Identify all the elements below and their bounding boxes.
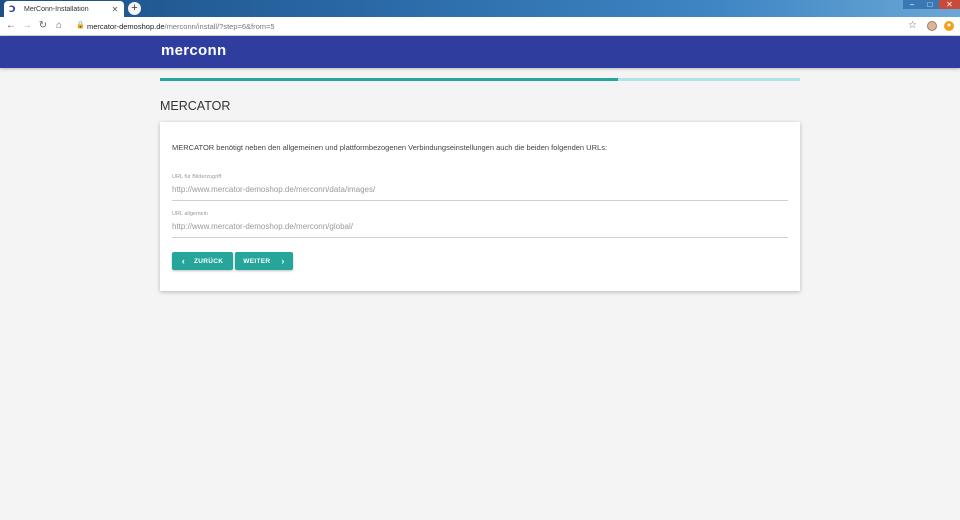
browser-titlebar: ꓛ MerConn-Installation ✕ + – □ ✕: [0, 0, 960, 17]
extension-icon[interactable]: ●: [944, 21, 954, 31]
merconn-logo: merconn: [161, 42, 227, 59]
url-text: mercator-demoshop.de/merconn/install/?st…: [87, 22, 275, 31]
next-button-label: WEITER: [243, 257, 271, 265]
install-progress-fill: [160, 78, 618, 81]
tab-title: MerConn-Installation: [24, 5, 89, 13]
minimize-window-icon[interactable]: –: [903, 0, 921, 9]
chevron-left-icon: ‹: [181, 255, 186, 266]
back-arrow-icon[interactable]: ←: [5, 20, 17, 32]
chevron-right-icon: ›: [281, 255, 285, 266]
install-progress-bar: [160, 78, 800, 81]
merconn-favicon-icon: ꓛ: [9, 3, 16, 14]
general-url-field: URL allgemein: [172, 210, 788, 238]
page-title: MERCATOR: [160, 99, 231, 113]
lock-icon: 🔒: [76, 22, 85, 29]
general-url-input[interactable]: [172, 222, 788, 231]
close-window-icon[interactable]: ✕: [939, 0, 960, 9]
image-url-field: URL für Bilderzugriff: [172, 173, 788, 201]
back-button[interactable]: ‹ ZURÜCK: [172, 252, 233, 270]
url-settings-card: MERCATOR benötigt neben den allgemeinen …: [160, 122, 800, 291]
general-url-label: URL allgemein: [172, 211, 208, 217]
bookmark-star-icon[interactable]: ☆: [908, 20, 917, 31]
home-icon[interactable]: ⌂: [53, 20, 65, 32]
image-url-label: URL für Bilderzugriff: [172, 174, 222, 180]
image-url-input[interactable]: [172, 185, 788, 194]
forward-arrow-icon[interactable]: →: [21, 20, 33, 32]
next-button[interactable]: WEITER ›: [235, 252, 293, 270]
close-tab-icon[interactable]: ✕: [111, 5, 119, 14]
intro-text: MERCATOR benötigt neben den allgemeinen …: [172, 143, 608, 152]
browser-tab[interactable]: ꓛ MerConn-Installation ✕: [4, 1, 124, 17]
browser-toolbar: ← → ↻ ⌂ 🔒 mercator-demoshop.de/merconn/i…: [0, 17, 960, 36]
back-button-label: ZURÜCK: [194, 257, 224, 265]
reload-icon[interactable]: ↻: [37, 20, 49, 32]
app-header: merconn: [0, 36, 960, 68]
address-bar[interactable]: 🔒 mercator-demoshop.de/merconn/install/?…: [70, 19, 900, 34]
maximize-window-icon[interactable]: □: [921, 0, 939, 9]
profile-avatar[interactable]: [927, 21, 937, 31]
new-tab-button[interactable]: +: [128, 2, 141, 15]
